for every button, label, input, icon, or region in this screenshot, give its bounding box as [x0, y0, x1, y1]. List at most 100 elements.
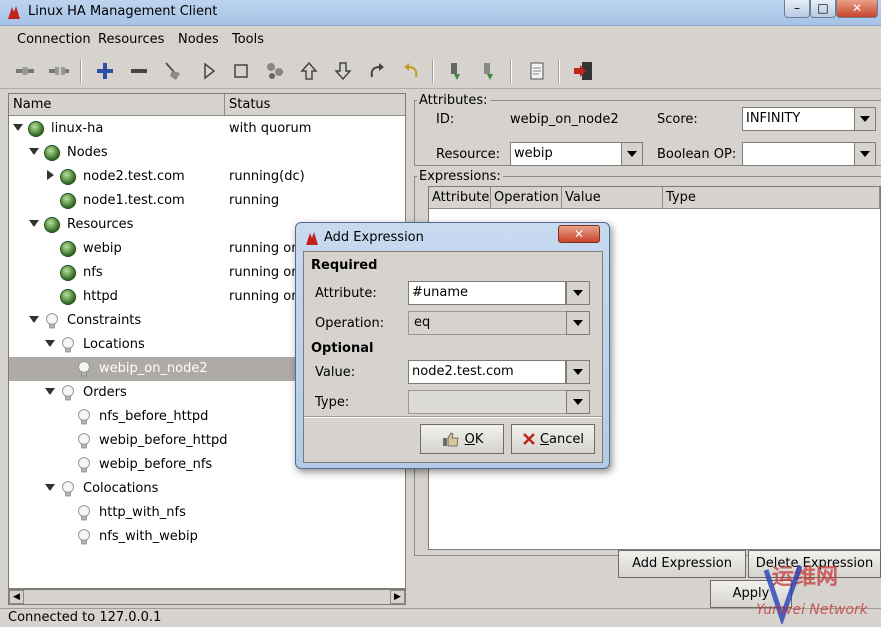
tree-row[interactable]: node1.test.com running — [9, 189, 405, 213]
boolean-op-combo[interactable] — [742, 142, 855, 166]
minus-icon — [131, 69, 147, 73]
migrate-button[interactable] — [262, 59, 288, 83]
tree-item-status: running on — [229, 241, 300, 256]
redo-icon — [370, 63, 384, 78]
tree-row[interactable]: http_with_nfs — [9, 501, 405, 525]
add-expression-dialog: Add Expression ✕ Required Attribute: #un… — [295, 222, 610, 469]
attribute-input[interactable]: #uname — [408, 281, 566, 305]
menu-connection[interactable]: Connection — [17, 32, 91, 47]
expand-arrow-icon[interactable] — [45, 388, 55, 395]
column-header-status[interactable]: Status — [225, 94, 405, 116]
tree-row[interactable]: node2.test.com running(dc) — [9, 165, 405, 189]
tree-horizontal-scrollbar[interactable]: ◀ ▶ — [8, 589, 406, 605]
expand-arrow-icon[interactable] — [29, 220, 39, 227]
remove-button[interactable] — [126, 59, 152, 83]
undo-icon — [404, 63, 418, 78]
value-input[interactable]: node2.test.com — [408, 360, 566, 384]
column-header-name[interactable]: Name — [9, 94, 225, 116]
stop-button[interactable] — [228, 59, 254, 83]
connect-button[interactable] — [12, 59, 38, 83]
column-header-attribute[interactable]: Attribute — [429, 187, 491, 209]
attributes-group-label: Attributes: — [417, 93, 490, 108]
scroll-right-icon[interactable]: ▶ — [390, 590, 405, 604]
add-expression-button[interactable]: Add Expression — [618, 550, 746, 578]
minimize-button[interactable]: – — [784, 0, 810, 18]
chevron-down-icon — [573, 290, 583, 296]
resource-dropdown-button[interactable] — [621, 142, 643, 166]
score-combo[interactable]: INFINITY — [742, 107, 855, 131]
tree-item-status: running on — [229, 265, 300, 280]
redo-button[interactable] — [364, 59, 390, 83]
column-header-type[interactable]: Type — [663, 187, 880, 209]
tree-item-label: Nodes — [67, 145, 108, 160]
attribute-dropdown-button[interactable] — [566, 281, 590, 305]
active-button[interactable] — [476, 59, 502, 83]
column-header-operation[interactable]: Operation — [491, 187, 562, 209]
menu-nodes[interactable]: Nodes — [178, 32, 219, 47]
tree-item-label: nfs_before_httpd — [99, 409, 209, 424]
column-header-value[interactable]: Value — [562, 187, 663, 209]
cancel-button[interactable]: Cancel — [511, 424, 595, 454]
boolean-op-dropdown-button[interactable] — [854, 142, 876, 166]
exit-button[interactable] — [570, 59, 596, 83]
expand-arrow-icon[interactable] — [29, 316, 39, 323]
dialog-close-button[interactable]: ✕ — [558, 225, 600, 243]
tree-item-label: webip_before_httpd — [99, 433, 228, 448]
expand-arrow-icon[interactable] — [29, 148, 39, 155]
view-button[interactable] — [524, 59, 550, 83]
add-button[interactable] — [92, 59, 118, 83]
svg-text:运维网: 运维网 — [772, 564, 838, 590]
type-combo[interactable] — [408, 390, 590, 414]
move-down-button[interactable] — [330, 59, 356, 83]
tree-row[interactable]: linux-ha with quorum — [9, 117, 405, 141]
tree-item-label: node2.test.com — [83, 169, 185, 184]
tree-row[interactable]: Nodes — [9, 141, 405, 165]
move-up-button[interactable] — [296, 59, 322, 83]
operation-dropdown-button[interactable] — [566, 311, 590, 335]
close-button[interactable]: ✕ — [836, 0, 878, 18]
status-ok-icon — [44, 217, 60, 233]
collapse-arrow-icon[interactable] — [47, 170, 54, 180]
score-dropdown-button[interactable] — [854, 107, 876, 131]
tree-row[interactable]: Colocations — [9, 477, 405, 501]
tree-row[interactable]: nfs_with_webip — [9, 525, 405, 549]
undo-button[interactable] — [398, 59, 424, 83]
value-dropdown-button[interactable] — [566, 360, 590, 384]
menu-bar: Connection Resources Nodes Tools — [0, 27, 881, 51]
thumbs-up-icon — [442, 432, 459, 447]
status-ok-icon — [60, 193, 76, 209]
expand-arrow-icon[interactable] — [13, 124, 23, 131]
stop-icon — [234, 64, 248, 78]
toolbar-separator — [510, 59, 512, 83]
dialog-title: Add Expression — [324, 230, 424, 245]
tree-item-label: node1.test.com — [83, 193, 185, 208]
cleanup-button[interactable] — [160, 59, 186, 83]
dialog-separator — [304, 416, 602, 418]
tree-item-label: Orders — [83, 385, 127, 400]
operation-combo[interactable]: eq — [408, 311, 590, 335]
arrow-up-icon — [300, 61, 318, 80]
disconnect-button[interactable] — [46, 59, 72, 83]
lightbulb-icon — [62, 337, 74, 353]
start-button[interactable] — [196, 59, 222, 83]
watermark-logo: 运维网 Yunwei Network — [756, 564, 869, 624]
type-dropdown-button[interactable] — [566, 390, 590, 414]
lightbulb-icon — [78, 361, 90, 377]
menu-tools[interactable]: Tools — [232, 32, 264, 47]
lightbulb-icon — [78, 433, 90, 449]
type-label: Type: — [315, 395, 350, 410]
plus-icon — [97, 63, 113, 79]
tree-item-label: nfs_with_webip — [99, 529, 198, 544]
expand-arrow-icon[interactable] — [45, 340, 55, 347]
standby-button[interactable] — [443, 59, 469, 83]
maximize-button[interactable]: □ — [810, 0, 836, 18]
expand-arrow-icon[interactable] — [45, 484, 55, 491]
scroll-left-icon[interactable]: ◀ — [9, 590, 24, 604]
menu-resources[interactable]: Resources — [98, 32, 164, 47]
chevron-down-icon — [860, 116, 870, 122]
tree-item-status: with quorum — [229, 121, 312, 136]
resource-combo[interactable]: webip — [510, 142, 622, 166]
ok-button[interactable]: OK — [420, 424, 504, 454]
tree-item-label: webip_before_nfs — [99, 457, 213, 472]
tree-item-label: httpd — [83, 289, 118, 304]
